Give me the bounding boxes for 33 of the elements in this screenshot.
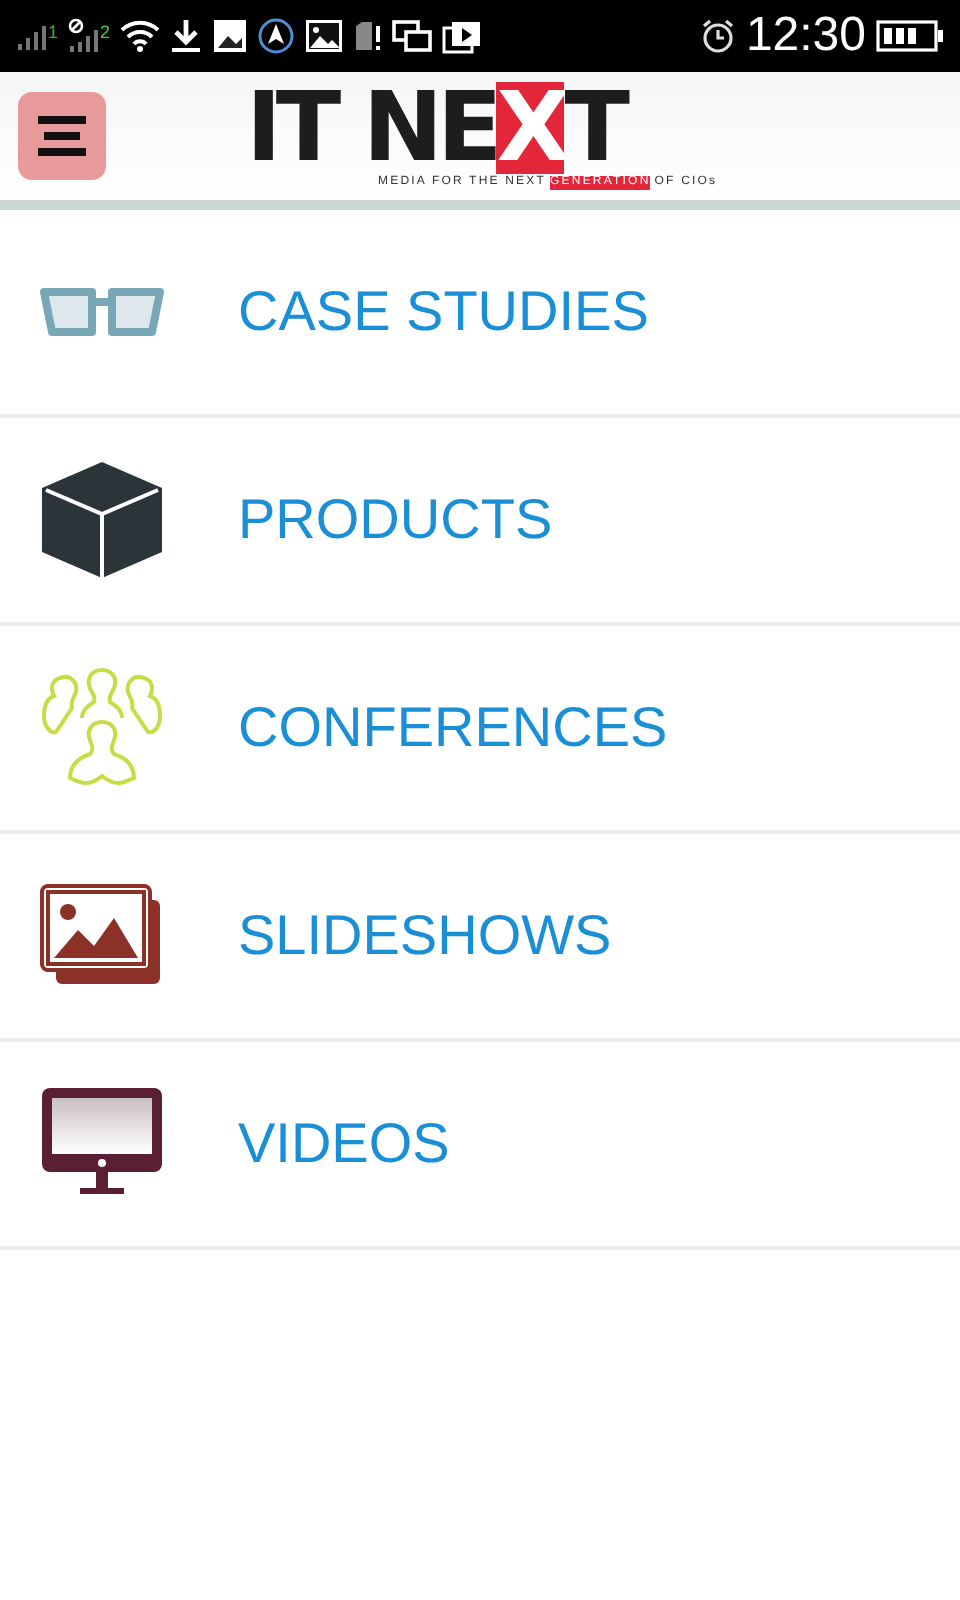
- signal-icon: [16, 20, 48, 52]
- menu-icon: [34, 112, 90, 160]
- clock-time: 12:30: [745, 8, 866, 64]
- menu-item[interactable]: VIDEOS: [0, 1042, 960, 1250]
- images-icon: [40, 884, 164, 988]
- menu-item-label: PRODUCTS: [238, 488, 553, 552]
- sim-label: 2: [100, 22, 111, 42]
- logo-text: IT NE: [246, 82, 497, 174]
- people-icon: [40, 666, 164, 790]
- menu-item-label: CASE STUDIES: [238, 280, 649, 344]
- battery-icon: [876, 18, 944, 54]
- wifi-icon: [120, 20, 161, 52]
- signal-icon: [68, 18, 101, 54]
- image-icon: [212, 18, 249, 54]
- compass-icon: [258, 18, 295, 54]
- menu-item[interactable]: CASE STUDIES: [0, 210, 960, 418]
- menu-item[interactable]: CONFERENCES: [0, 626, 960, 834]
- windows-icon: [392, 18, 433, 54]
- alarm-icon: [699, 18, 736, 54]
- menu-item-label: CONFERENCES: [238, 696, 668, 760]
- menu-item-label: VIDEOS: [238, 1112, 450, 1176]
- play-store-icon: [442, 18, 483, 54]
- image-icon: [304, 18, 345, 54]
- logo-text: T: [564, 82, 625, 174]
- sim-label: 1: [48, 22, 59, 42]
- menu-item[interactable]: SLIDESHOWS: [0, 834, 960, 1042]
- sim-card-icon: [354, 20, 383, 52]
- download-icon: [170, 18, 203, 54]
- cube-icon: [40, 460, 164, 580]
- menu-button[interactable]: [18, 92, 106, 180]
- glasses-icon: [40, 286, 164, 338]
- menu-item-label: SLIDESHOWS: [238, 904, 612, 968]
- menu-item[interactable]: PRODUCTS: [0, 418, 960, 626]
